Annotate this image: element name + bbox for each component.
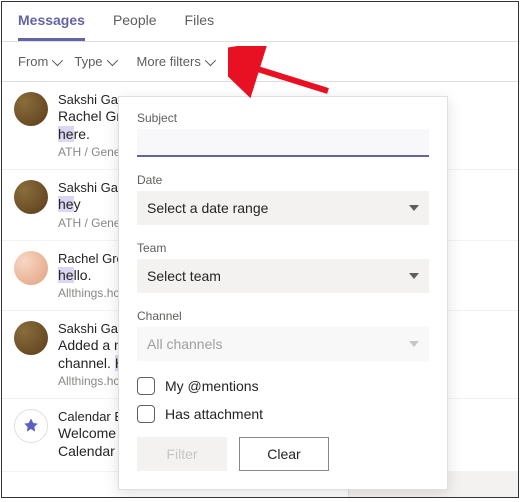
tabs-bar: Messages People Files (2, 2, 518, 42)
date-select[interactable]: Select a date range (137, 191, 429, 225)
chevron-down-icon (106, 54, 117, 65)
tab-files[interactable]: Files (185, 12, 215, 41)
channel-label: Channel (137, 309, 429, 323)
filter-from[interactable]: From (18, 54, 60, 69)
filter-more[interactable]: More filters (129, 52, 221, 71)
filter-type[interactable]: Type (74, 54, 114, 69)
team-select-value: Select team (147, 268, 221, 284)
avatar (14, 92, 48, 126)
team-label: Team (137, 241, 429, 255)
tab-messages[interactable]: Messages (18, 12, 85, 41)
filter-type-label: Type (74, 54, 102, 69)
subject-input[interactable] (137, 129, 429, 157)
filter-from-label: From (18, 54, 48, 69)
filter-button: Filter (137, 437, 227, 471)
clear-button[interactable]: Clear (239, 437, 329, 471)
channel-select-value: All channels (147, 336, 223, 352)
avatar (14, 409, 48, 443)
checkbox-box (137, 405, 155, 423)
attachment-checkbox-label: Has attachment (165, 406, 263, 422)
checkbox-box (137, 377, 155, 395)
chevron-down-icon (52, 54, 63, 65)
dropdown-icon (409, 205, 419, 211)
filter-more-label: More filters (137, 54, 201, 69)
more-filters-panel: Subject Date Select a date range Team Se… (118, 96, 448, 490)
team-select[interactable]: Select team (137, 259, 429, 293)
tab-people[interactable]: People (113, 12, 157, 41)
panel-buttons: Filter Clear (137, 437, 429, 471)
subject-label: Subject (137, 111, 429, 125)
date-select-value: Select a date range (147, 200, 268, 216)
avatar (14, 321, 48, 355)
attachment-checkbox[interactable]: Has attachment (137, 405, 429, 423)
mentions-checkbox-label: My @mentions (165, 378, 259, 394)
mentions-checkbox[interactable]: My @mentions (137, 377, 429, 395)
filter-bar: From Type More filters (2, 42, 518, 82)
channel-select: All channels (137, 327, 429, 361)
calendar-bot-icon (22, 417, 40, 435)
date-label: Date (137, 173, 429, 187)
chevron-down-icon (205, 54, 216, 65)
dropdown-icon (409, 341, 419, 347)
avatar (14, 180, 48, 214)
avatar (14, 251, 48, 285)
dropdown-icon (409, 273, 419, 279)
